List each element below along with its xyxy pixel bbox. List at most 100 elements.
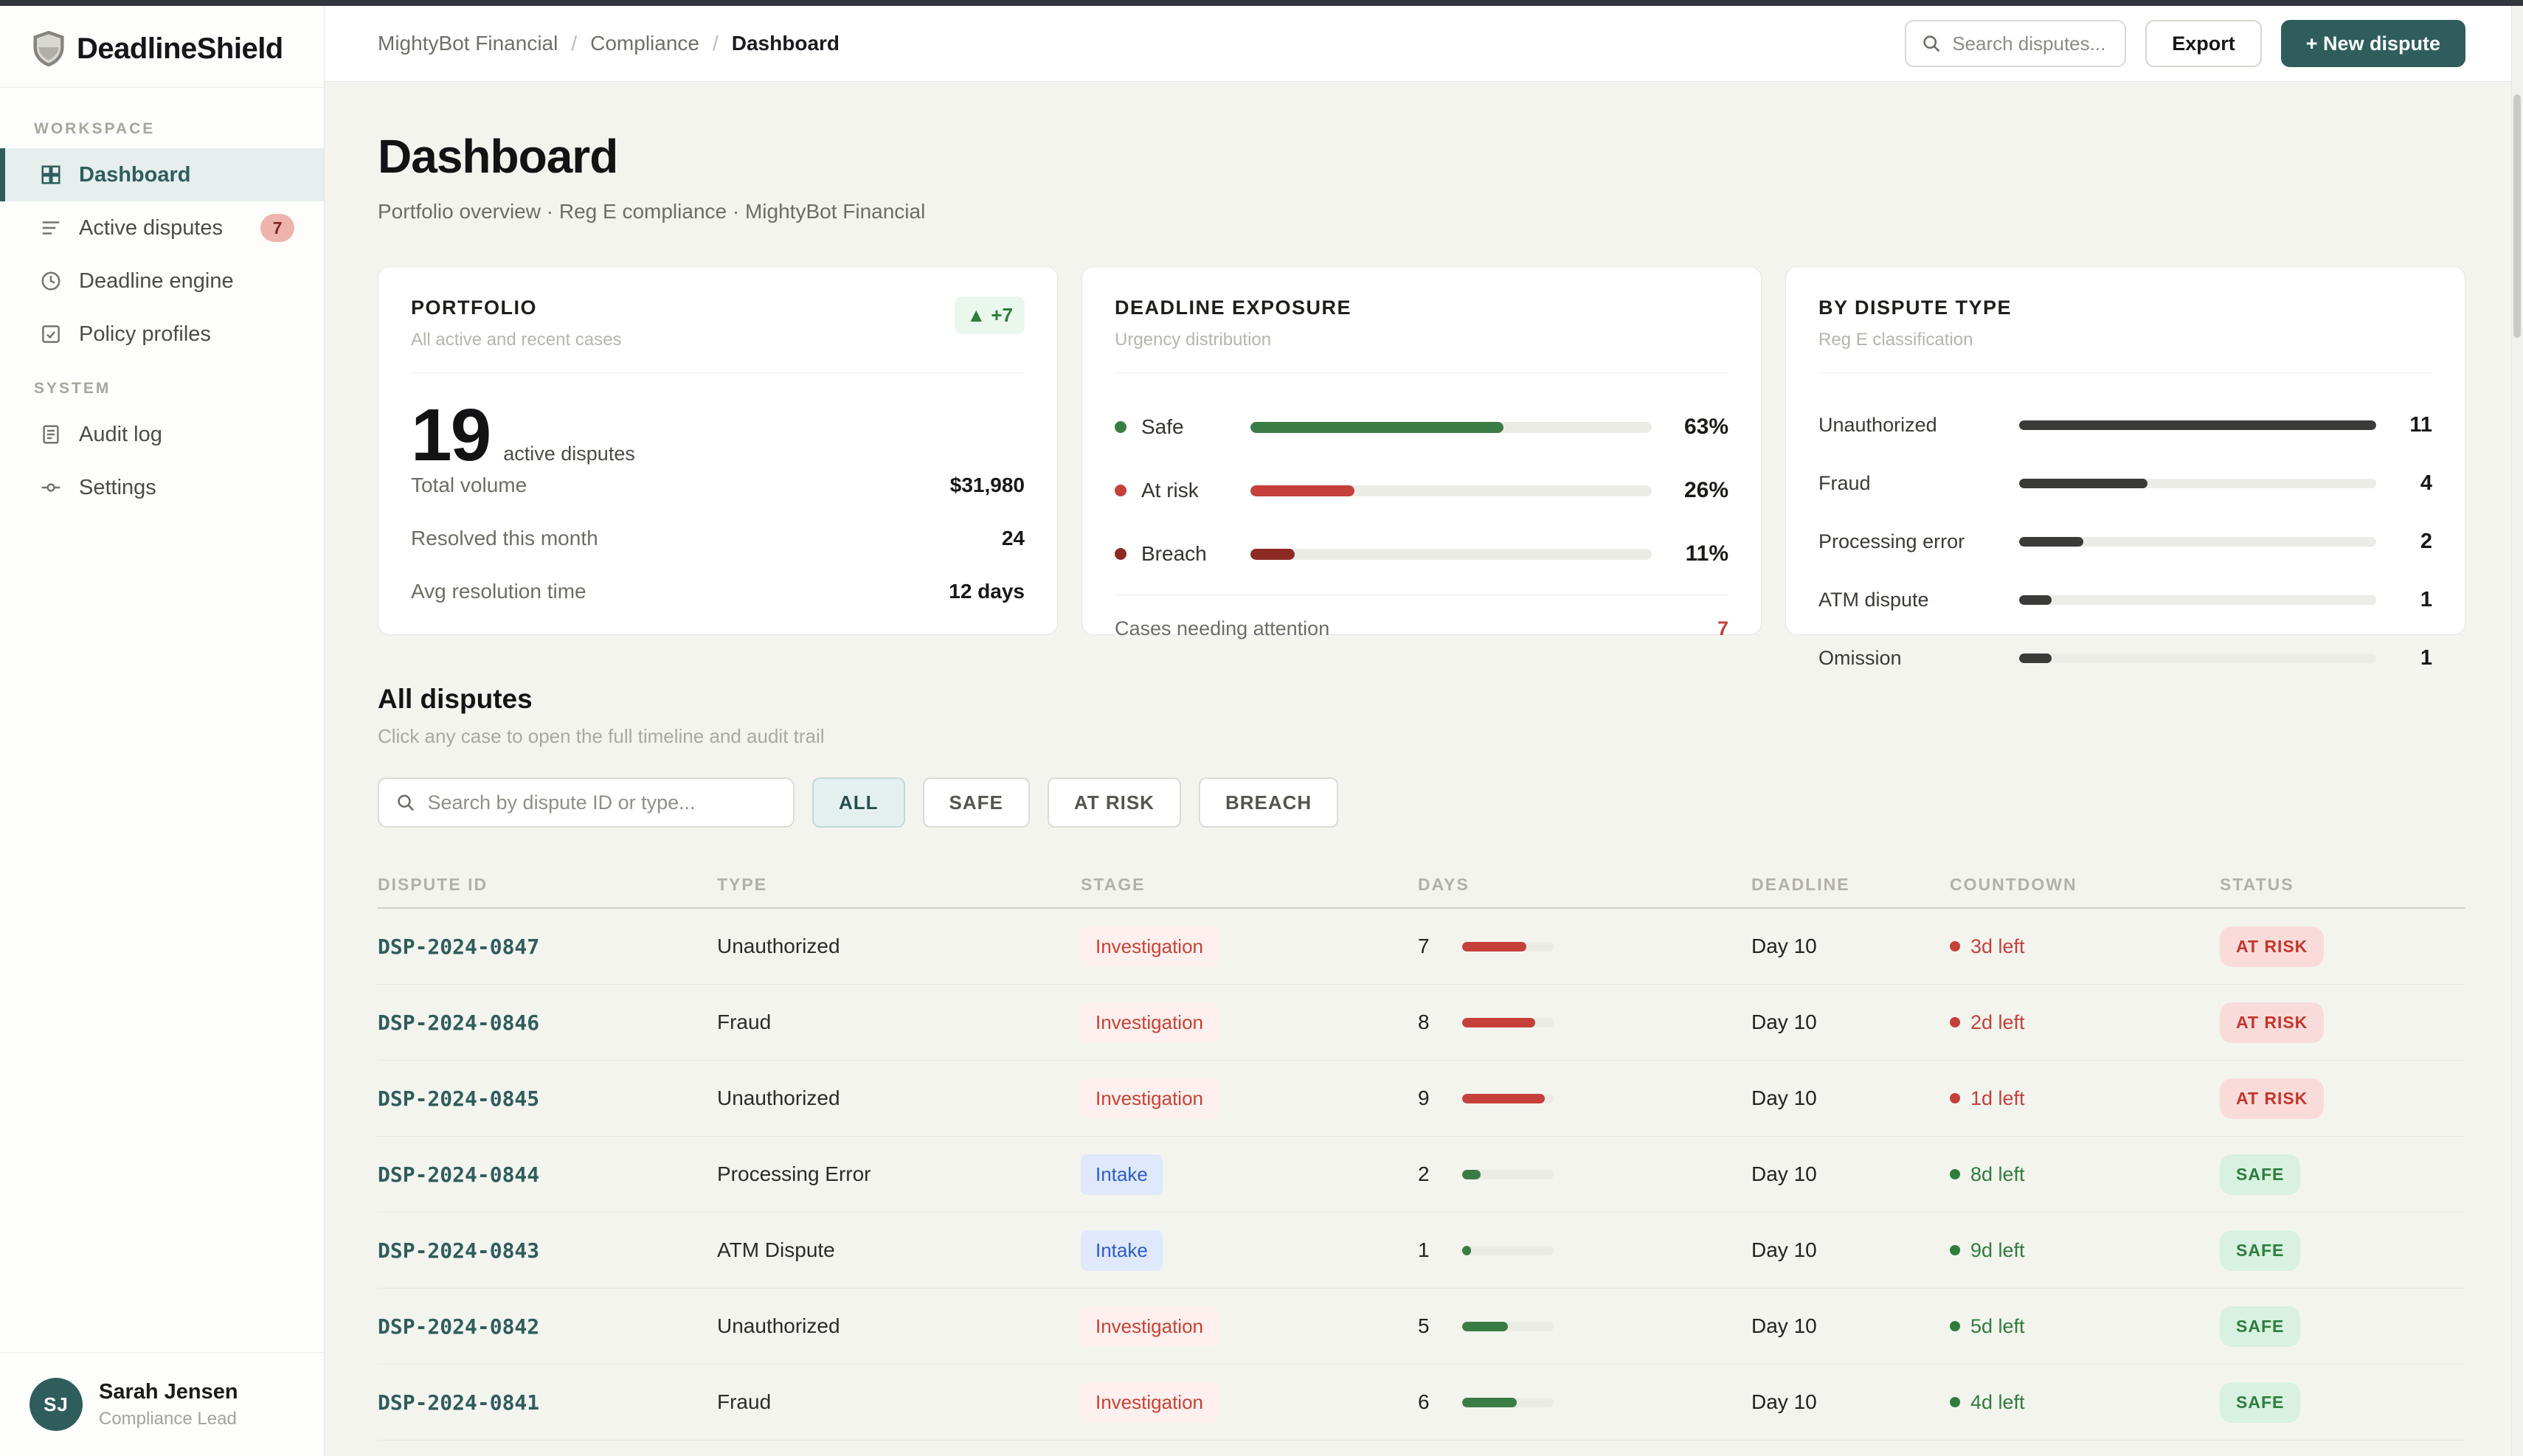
stage-badge: Investigation [1081, 1306, 1218, 1347]
days-count: 5 [1418, 1314, 1430, 1338]
type-label: Fraud [1818, 472, 1871, 495]
table-row[interactable]: DSP-2024-0840UnauthorizedExtended23Day 4… [378, 1441, 2465, 1456]
days-progress-track [1462, 941, 1554, 951]
days-progress-track [1462, 1017, 1554, 1027]
user-role: Compliance Lead [99, 1408, 237, 1429]
sidebar-item-audit-log[interactable]: Audit log [0, 408, 324, 461]
sidebar-item-active-disputes[interactable]: Active disputes 7 [0, 201, 324, 254]
exposure-bar-track [1250, 548, 1652, 560]
table-row[interactable]: DSP-2024-0846 Fraud Investigation 8 Day 10 2d… [378, 985, 2465, 1061]
status-cell: SAFE [2220, 1154, 2465, 1195]
countdown: 3d left [1950, 935, 2220, 958]
exposure-rows: Safe 63% At risk 26% Breach 11% [1115, 415, 1728, 566]
stage-badge: Intake [1081, 1154, 1163, 1195]
filter-chip-breach[interactable]: BREACH [1198, 777, 1339, 828]
status-cell: AT RISK [2220, 1002, 2465, 1043]
stage-badge: Investigation [1081, 1382, 1218, 1423]
sidebar-item-deadline-engine[interactable]: Deadline engine [0, 254, 324, 308]
attention-count: 7 [1717, 617, 1728, 640]
type-row-unauthorized: Unauthorized 11 [1818, 413, 2432, 437]
dispute-id: DSP-2024-0845 [378, 1086, 540, 1111]
table-row[interactable]: DSP-2024-0842 Unauthorized Investigation 5 D… [378, 1289, 2465, 1365]
summary-cards: PORTFOLIO All active and recent cases ▲ … [378, 266, 2465, 670]
exposure-card-label: DEADLINE EXPOSURE [1115, 297, 1352, 319]
portfolio-card: PORTFOLIO All active and recent cases ▲ … [378, 266, 1058, 636]
stat-label: Avg resolution time [411, 580, 586, 603]
sidebar-item-settings[interactable]: Settings [0, 461, 324, 514]
user-name: Sarah Jensen [99, 1379, 238, 1404]
legend-dot [1115, 485, 1126, 497]
export-button[interactable]: Export [2145, 20, 2262, 68]
table-row[interactable]: DSP-2024-0845 Unauthorized Investigation 9 D… [378, 1061, 2465, 1137]
exposure-row-safe: Safe 63% [1115, 415, 1728, 440]
status-badge: AT RISK [2220, 1078, 2325, 1119]
days-progress-fill [1462, 1245, 1472, 1255]
avatar: SJ [30, 1378, 83, 1431]
global-search[interactable] [1905, 20, 2127, 68]
stage-cell: Investigation [1081, 926, 1418, 967]
grid-icon [39, 163, 63, 187]
table-row[interactable]: DSP-2024-0843 ATM Dispute Intake 1 Day 10 9d … [378, 1213, 2465, 1289]
days-cell: 7 [1418, 935, 1751, 958]
new-dispute-button[interactable]: + New dispute [2280, 20, 2465, 68]
dispute-search[interactable] [378, 777, 795, 828]
sidebar-item-policy-profiles[interactable]: Policy profiles [0, 308, 324, 361]
days-progress-track [1462, 1397, 1554, 1407]
days-count: 2 [1418, 1162, 1430, 1186]
days-cell: 6 [1418, 1390, 1751, 1414]
days-progress-track [1462, 1245, 1554, 1255]
global-search-input[interactable] [1952, 32, 2111, 55]
status-badge: SAFE [2220, 1382, 2301, 1423]
days-progress-track [1462, 1321, 1554, 1331]
filter-chip-at-risk[interactable]: AT RISK [1047, 777, 1181, 828]
table-row[interactable]: DSP-2024-0841 Fraud Investigation 6 Day 10 4d… [378, 1365, 2465, 1441]
nav-section-label: WORKSPACE [34, 120, 156, 137]
days-count: 8 [1418, 1010, 1430, 1034]
dispute-id: DSP-2024-0841 [378, 1390, 540, 1415]
days-progress-fill [1462, 1321, 1508, 1331]
scrollbar[interactable] [2511, 6, 2523, 1456]
portfolio-card-label: PORTFOLIO [411, 297, 537, 319]
clock-icon [39, 269, 63, 293]
breadcrumb-item-compliance[interactable]: Compliance [590, 32, 699, 55]
page-subtitle: Portfolio overview · Reg E compliance · … [378, 200, 926, 223]
sidebar-item-label: Deadline engine [79, 268, 234, 293]
breadcrumb: MightyBot Financial / Compliance / Dashboard [378, 32, 840, 55]
portfolio-stats: Total volume $31,980 Resolved this month 24… [411, 474, 1025, 608]
breadcrumb-item-mightybot-financial[interactable]: MightyBot Financial [378, 32, 558, 55]
user-card[interactable]: SJ Sarah Jensen Compliance Lead [0, 1352, 324, 1456]
filter-chip-all[interactable]: ALL [812, 777, 905, 828]
filter-chip-safe[interactable]: SAFE [922, 777, 1030, 828]
table-header: DISPUTE ID TYPE STAGE DAYS DEADLINE COUNTDOWN… [378, 862, 2465, 909]
type-count: 2 [2420, 530, 2432, 554]
sidebar-item-dashboard[interactable]: Dashboard [0, 148, 324, 201]
type-label: Unauthorized [1818, 414, 1937, 437]
stage-badge: Investigation [1081, 1002, 1218, 1043]
filter-chips: ALL SAFE AT RISK BREACH [812, 777, 1339, 828]
filter-row: ALL SAFE AT RISK BREACH [378, 777, 2465, 828]
app-root: DeadlineShield WORKSPACE Dashboard Active … [0, 0, 2523, 1456]
sidebar-nav: WORKSPACE Dashboard Active disputes 7 Deadli… [0, 88, 324, 1352]
table-row[interactable]: DSP-2024-0847 Unauthorized Investigation 7 D… [378, 909, 2465, 985]
dispute-type: Fraud [717, 1390, 772, 1414]
column-header-deadline: DEADLINE [1751, 874, 1850, 894]
portfolio-stat-row: Avg resolution time 12 days [411, 580, 1025, 603]
type-bar-track [2019, 479, 2376, 489]
portfolio-stat-row: Resolved this month 24 [411, 527, 1025, 550]
table-body: DSP-2024-0847 Unauthorized Investigation 7 D… [378, 909, 2465, 1456]
days-cell: 9 [1418, 1086, 1751, 1110]
type-row-omission: Omission 1 [1818, 646, 2432, 670]
stage-cell: Investigation [1081, 1382, 1418, 1423]
exposure-label: At risk [1141, 479, 1199, 502]
main-column: MightyBot Financial / Compliance / Dashboard… [325, 6, 2523, 1456]
exposure-percent: 26% [1683, 478, 1728, 503]
page-title: Dashboard [378, 130, 618, 184]
table-row[interactable]: DSP-2024-0844 Processing Error Intake 2 Day … [378, 1137, 2465, 1213]
stat-value: 24 [1001, 527, 1025, 550]
type-bar-track [2019, 595, 2376, 606]
days-count: 6 [1418, 1390, 1430, 1414]
dispute-search-input[interactable] [427, 791, 777, 814]
scrollbar-thumb[interactable] [2513, 94, 2521, 338]
type-count: 1 [2420, 646, 2432, 670]
dispute-id: DSP-2024-0843 [378, 1238, 540, 1263]
